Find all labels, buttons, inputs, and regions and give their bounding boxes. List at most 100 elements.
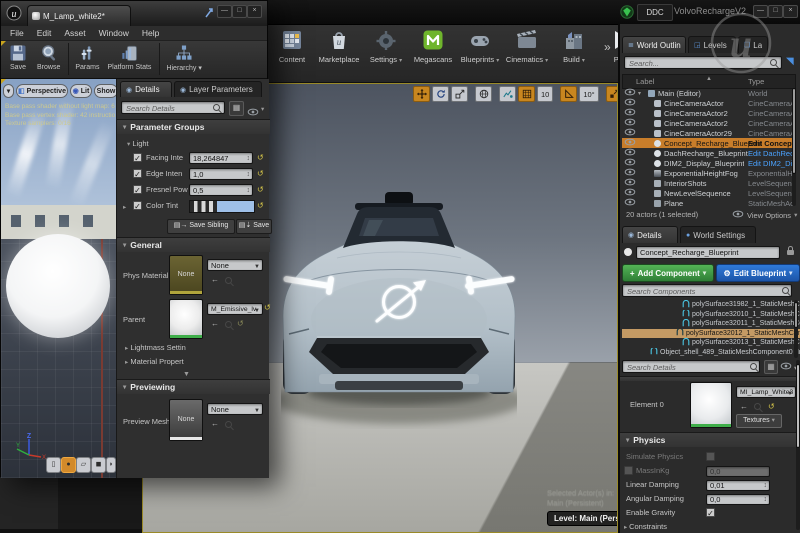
- lit-mode-button[interactable]: ◉ Lit: [70, 84, 92, 98]
- preview-mesh-dropdown[interactable]: None ▼: [207, 403, 263, 415]
- outliner-row[interactable]: Concept_Recharge_BlueprintEdit Concept_R: [622, 138, 794, 148]
- reset-icon[interactable]: ↺: [257, 153, 264, 162]
- save-child-button[interactable]: ▤⇣ Save Ch: [236, 219, 272, 234]
- toolbar-settings-button[interactable]: Settings ▾: [366, 28, 406, 64]
- toolbar-cinematics-button[interactable]: Cinematics ▾: [506, 28, 548, 64]
- toolbar-content-button[interactable]: Content: [272, 28, 312, 64]
- use-selected-icon[interactable]: ←: [740, 402, 748, 411]
- close-button[interactable]: ×: [783, 5, 798, 18]
- rotation-snap-toggle-button[interactable]: [560, 86, 578, 102]
- details-scrollbar[interactable]: [796, 360, 800, 530]
- menu-help[interactable]: Help: [142, 28, 159, 38]
- outliner-row[interactable]: ▾ Main (Editor) World: [622, 88, 794, 98]
- rotation-snap-value[interactable]: 10°: [579, 86, 599, 102]
- expander-icon[interactable]: ▾: [638, 90, 646, 97]
- volvo-concept-car[interactable]: [281, 184, 517, 434]
- use-selected-icon[interactable]: ←: [211, 419, 219, 428]
- linear-damping-field[interactable]: 0,01 ↕: [706, 480, 770, 491]
- outliner-row[interactable]: CineCameraActor2 CineCameraActo: [622, 118, 794, 128]
- eye-icon[interactable]: [624, 118, 636, 128]
- source-control-icon[interactable]: [620, 5, 634, 19]
- grid-snap-value[interactable]: 10: [537, 86, 554, 102]
- expander-icon[interactable]: ▸: [123, 203, 126, 211]
- toolbar-build-button[interactable]: Build ▾: [554, 28, 594, 64]
- material-editor-titlebar[interactable]: u M_Lamp_white2* — □ ×: [1, 1, 267, 26]
- outliner-row[interactable]: CineCameraActor29 CineCameraActo: [622, 128, 794, 138]
- tab-world-outliner[interactable]: ≣ World Outlin: [622, 36, 686, 53]
- outliner-row[interactable]: InteriorShots LevelSequenceA: [622, 178, 794, 188]
- component-row[interactable]: polySurface32013_1_StaticMeshComponent0 …: [622, 338, 800, 348]
- massinkg-field[interactable]: 0,0: [706, 466, 770, 477]
- reset-icon[interactable]: ↺: [257, 169, 264, 178]
- collapsed-section-row[interactable]: ▸ Material Propert: [125, 357, 184, 366]
- browse-to-asset-icon[interactable]: [225, 421, 232, 428]
- menu-file[interactable]: File: [10, 28, 24, 38]
- save-sibling-button[interactable]: ▤→ Save Sibling: [167, 219, 235, 234]
- level-badge[interactable]: Level: Main (Persistent): [547, 511, 617, 526]
- outliner-row-type[interactable]: Edit DIM2_Disp: [748, 159, 794, 168]
- eye-icon[interactable]: [624, 198, 636, 208]
- property-matrix-icon[interactable]: ▦: [229, 101, 244, 116]
- tab-world-settings[interactable]: ● World Settings: [680, 226, 756, 243]
- param-value-field[interactable]: 18,264847 ↕: [189, 152, 253, 164]
- components-scrollbar[interactable]: [794, 300, 798, 358]
- toolbar-megascans-button[interactable]: Megascans: [413, 28, 453, 64]
- search-components-input[interactable]: Search Components: [622, 284, 792, 297]
- material-toolbar-browse-button[interactable]: Browse: [37, 43, 60, 71]
- outliner-row[interactable]: DachRecharge_Blueprint Edit DachRech: [622, 148, 794, 158]
- eye-icon[interactable]: [624, 128, 636, 138]
- toolbar-expand-button[interactable]: »: [604, 40, 611, 54]
- outliner-row[interactable]: NewLevelSequence LevelSequenceA: [622, 188, 794, 198]
- previewing-section-header[interactable]: ▾ Previewing: [117, 379, 270, 394]
- outliner-row[interactable]: ExponentialHeightFog ExponentialHeig: [622, 168, 794, 178]
- dropdown-caret-icon[interactable]: ▾: [399, 58, 402, 64]
- outliner-row[interactable]: Plane StaticMeshActor: [622, 198, 794, 208]
- material-toolbar-hierarchy-button[interactable]: Hierarchy ▾: [166, 43, 202, 72]
- preview-shape-plane-button[interactable]: ▱: [76, 457, 91, 473]
- eye-icon[interactable]: [624, 188, 636, 198]
- expand-more-button[interactable]: ▼: [183, 371, 190, 378]
- preview-shape-cylinder-button[interactable]: ▯: [46, 457, 61, 473]
- mass-checkbox[interactable]: [624, 466, 633, 475]
- reset-small-icon[interactable]: ↺: [237, 319, 244, 328]
- collapsed-section-row[interactable]: ▸ Lightmass Settin: [125, 343, 186, 352]
- material-thumbnail[interactable]: [690, 382, 732, 428]
- component-row[interactable]: Object_shell_489_StaticMeshComponent0 (I…: [622, 347, 800, 358]
- tab-levels[interactable]: ◲ Levels: [688, 36, 736, 53]
- eye-icon[interactable]: [624, 88, 636, 98]
- material-search-details-input[interactable]: Search Details: [121, 101, 225, 114]
- phys-material-dropdown[interactable]: None ▼: [207, 259, 263, 271]
- eye-icon[interactable]: [624, 148, 636, 158]
- reset-icon[interactable]: ↺: [257, 201, 264, 210]
- outliner-row[interactable]: DIM2_Display_BlueprintEdit DIM2_Disp: [622, 158, 794, 168]
- scale-tool-button[interactable]: [451, 86, 468, 102]
- close-button[interactable]: ×: [247, 5, 262, 18]
- preview-shape-sphere-button[interactable]: ●: [61, 457, 76, 473]
- perspective-button[interactable]: ◧ Perspective: [16, 84, 68, 98]
- outliner-row-type[interactable]: Edit DachRech: [748, 149, 794, 158]
- viewport-options-caret[interactable]: ▾: [3, 84, 14, 98]
- parent-dropdown[interactable]: M_Emissive_lv ▼: [207, 303, 263, 315]
- color-tint-checkbox[interactable]: ✓: [133, 201, 142, 211]
- outliner-row[interactable]: CineCameraActor CineCameraActo: [622, 98, 794, 108]
- eye-icon[interactable]: [624, 168, 636, 178]
- general-section-header[interactable]: ▾ General: [117, 237, 270, 252]
- eye-icon[interactable]: [624, 108, 636, 118]
- world-local-toggle-button[interactable]: [475, 86, 492, 102]
- minimize-button[interactable]: —: [217, 5, 232, 18]
- browse-to-asset-icon[interactable]: [225, 321, 232, 328]
- toolbar-blueprints-button[interactable]: Blueprints ▾: [460, 28, 500, 64]
- pin-icon[interactable]: [204, 7, 214, 19]
- parent-thumbnail[interactable]: [169, 299, 203, 339]
- view-options-button[interactable]: View Options ▾: [732, 210, 797, 220]
- phys-material-thumbnail[interactable]: None: [169, 255, 203, 295]
- use-selected-icon[interactable]: ←: [211, 275, 219, 284]
- eye-icon[interactable]: [624, 158, 636, 168]
- component-row[interactable]: polySurface31982_1_StaticMeshComponent0 …: [622, 300, 800, 310]
- browse-to-asset-icon[interactable]: [754, 403, 761, 410]
- materials-section-header-cut[interactable]: [620, 376, 798, 381]
- scale-snap-toggle-button[interactable]: [605, 86, 617, 102]
- component-row[interactable]: polySurface32012_1_StaticMeshComponent0 …: [622, 328, 800, 338]
- move-tool-button[interactable]: [413, 86, 430, 102]
- reset-icon[interactable]: ↺: [768, 402, 775, 411]
